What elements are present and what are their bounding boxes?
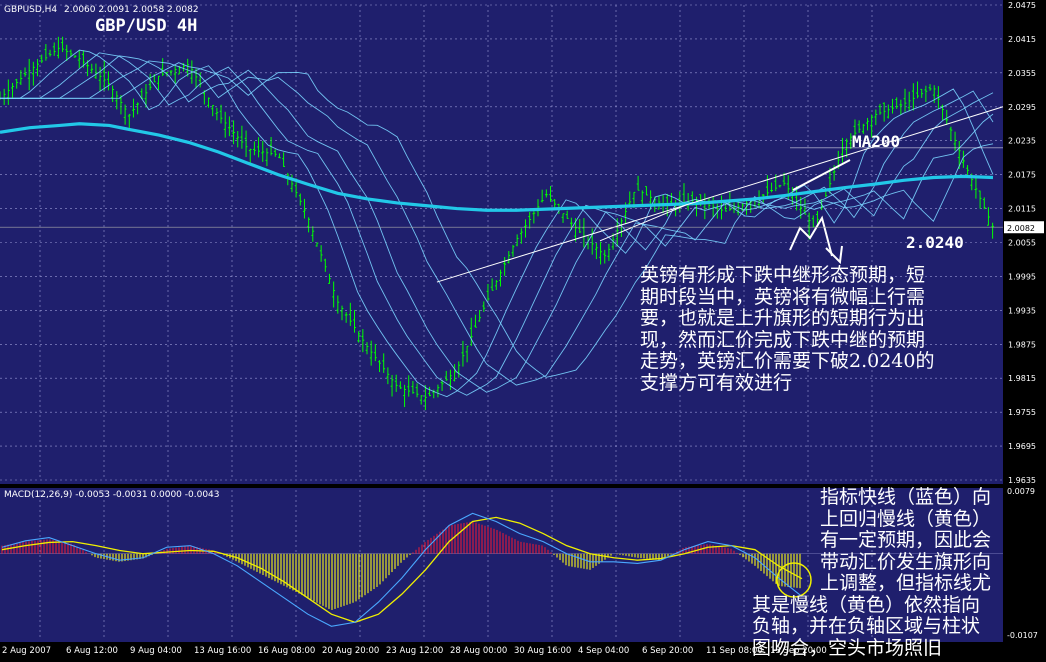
annotation-line: 负轴，并在负轴区域与柱状	[752, 615, 981, 637]
x-tick-label: 30 Aug 16:00	[514, 646, 571, 656]
annotation-line: 其是慢线（黄色）依然指向	[752, 593, 981, 616]
x-tick-label: 28 Aug 00:00	[450, 646, 507, 656]
y-tick-label: 2.0295	[1008, 103, 1036, 112]
level-label: 2.0240	[906, 233, 964, 252]
ma200-label: MA200	[852, 132, 900, 151]
annotation-line: 支撑方可有效进行	[640, 371, 793, 394]
chart-window: 2.0475 2.0415 2.0355 2.0295 2.0235 2.0175 2.01…	[0, 0, 1046, 662]
y-tick-label: 2.0415	[1008, 35, 1036, 44]
annotation-line: 英镑有形成下跌中继形态预期，短	[640, 264, 926, 286]
x-tick-label: 2 Aug 2007	[2, 646, 51, 656]
annotation-line: 有一定预期，因此会	[820, 529, 992, 551]
y-tick-label: 2.0175	[1008, 171, 1036, 180]
annotation-line: 带动汇价发生旗形向	[820, 550, 992, 573]
y-tick-label: 2.0355	[1008, 69, 1036, 78]
x-tick-label: 23 Aug 12:00	[386, 646, 443, 656]
annotation-line: 要，也就是上升旗形的短期行为出	[640, 307, 926, 329]
y-tick-label: 1.9935	[1008, 306, 1036, 315]
y-tick-label: 1.9755	[1008, 408, 1036, 417]
y-tick-label: 2.0235	[1008, 137, 1036, 146]
y-tick-label: 1.9875	[1008, 340, 1036, 349]
chart-title: GBP/USD 4H	[95, 16, 197, 36]
annotation-line: 走势，英镑汇价需要下破2.0240的	[640, 350, 935, 372]
x-tick-label: 6 Sep 20:00	[642, 646, 693, 656]
y-tick-label: 2.0055	[1008, 239, 1036, 248]
ohlc-label: 2.0060 2.0091 2.0058 2.0082	[64, 5, 199, 15]
y-tick-label: 2.0115	[1008, 205, 1036, 214]
x-tick-label: 4 Sep 04:00	[578, 646, 629, 656]
x-tick-label: 16 Aug 08:00	[258, 646, 315, 656]
x-tick-label: 9 Aug 04:00	[130, 646, 182, 656]
y-tick-label: 1.9635	[1008, 476, 1036, 485]
y-tick-label: 1.9695	[1008, 442, 1036, 451]
y-tick-label: 1.9815	[1008, 374, 1036, 383]
annotation-line: 指标快线（蓝色）向	[820, 486, 992, 508]
annotation-line: 图吻合，空头市场照旧	[752, 636, 943, 659]
x-tick-label: 20 Aug 20:00	[322, 646, 379, 656]
y-tick-label: 1.9995	[1008, 272, 1036, 281]
annotation-macd: 指标快线（蓝色）向 上回归慢线（黄色） 有一定预期，因此会 带动汇价发生旗形向 …	[752, 486, 1044, 659]
symbol-label: GBPUSD,H4	[4, 5, 57, 15]
x-tick-label: 13 Aug 16:00	[194, 646, 251, 656]
annotation-forecast: 英镑有形成下跌中继形态预期，短 期时段当中，英镑将有微幅上行需 要，也就是上升旗…	[640, 264, 990, 394]
annotation-line: 期时段当中，英镑将有微幅上行需	[640, 285, 926, 308]
macd-header: MACD(12,26,9) -0.0053 -0.0031 0.0000 -0.…	[4, 490, 220, 500]
x-tick-label: 6 Aug 12:00	[66, 646, 118, 656]
annotation-line: 现，然而汇价完成下跌中继的预期	[640, 328, 926, 351]
annotation-line: 上调整，但指标线尤	[820, 572, 992, 594]
y-tick-label: 2.0475	[1008, 1, 1036, 10]
last-price-label: 2.0082	[1007, 224, 1035, 233]
annotation-line: 上回归慢线（黄色）	[820, 507, 992, 530]
